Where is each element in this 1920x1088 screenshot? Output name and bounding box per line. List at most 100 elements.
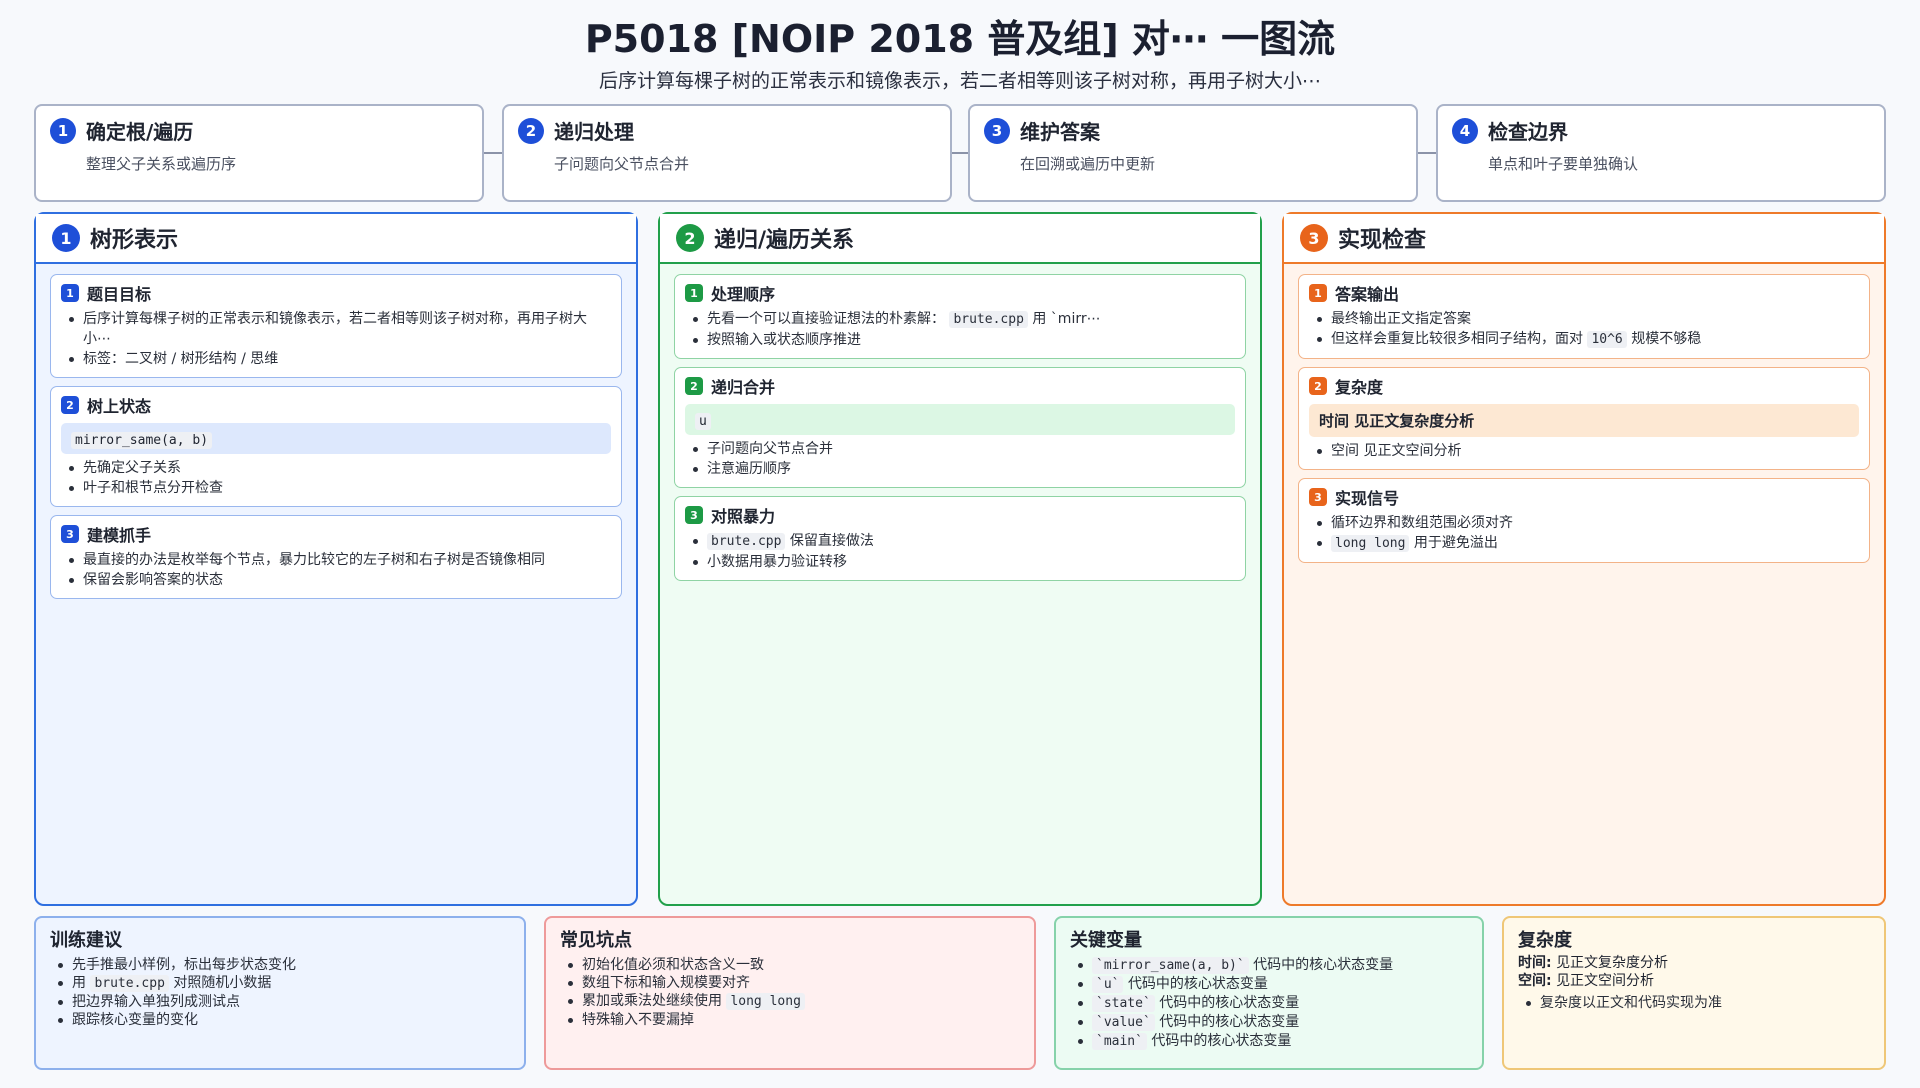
page-title: P5018 [NOIP 2018 普及组] 对⋯ 一图流 (584, 17, 1336, 61)
list-item: 按照输入或状态顺序推进 (685, 330, 1235, 350)
column-tree-representation: 1 树形表示 1 题目目标 后序计算每棵子树的正常表示和镜像表示，若二者相等则该子… (34, 212, 638, 906)
card-title: 题目目标 (87, 285, 152, 304)
text: 代码中的核心状态变量 (1159, 995, 1300, 1011)
text: 保留直接做法 (789, 533, 874, 549)
code-snippet: `state` (1092, 995, 1155, 1012)
card-title: 处理顺序 (711, 285, 776, 304)
text: 累加或乘法处继续使用 (582, 993, 722, 1009)
time-line: 时间: 见正文复杂度分析 (1518, 954, 1870, 972)
list-item: `state` 代码中的核心状态变量 (1070, 994, 1468, 1013)
process-steps: 1 确定根/遍历 整理父子关系或遍历序 2 递归处理 子问题向父节点合并 3 维护答案… (34, 104, 1886, 202)
list-item: 叶子和根节点分开检查 (61, 478, 611, 498)
list-item: 保留会影响答案的状态 (61, 570, 611, 590)
list-item: 累加或乘法处继续使用 long long (560, 992, 1020, 1011)
text: 代码中的核心状态变量 (1253, 957, 1394, 973)
panel-title: 常见坑点 (560, 930, 632, 951)
step-connector (952, 152, 968, 154)
step-card-1: 1 确定根/遍历 整理父子关系或遍历序 (34, 104, 484, 202)
step-card-3: 3 维护答案 在回溯或遍历中更新 (968, 104, 1418, 202)
step-desc: 子问题向父节点合并 (554, 155, 690, 173)
step-desc: 在回溯或遍历中更新 (1020, 155, 1156, 173)
list-item: `u` 代码中的核心状态变量 (1070, 975, 1468, 994)
step-number: 4 (1452, 117, 1478, 144)
list-item: 后序计算每棵子树的正常表示和镜像表示，若二者相等则该子树对称，再用子树大小⋯ (61, 309, 611, 349)
column-number: 3 (1300, 224, 1328, 252)
list-item: 数组下标和输入规模要对齐 (560, 974, 1020, 992)
card-brute-compare: 3 对照暴力 brute.cpp 保留直接做法 小数据用暴力验证转移 (674, 496, 1246, 581)
card-processing-order: 1 处理顺序 先看一个可以直接验证想法的朴素解： brute.cpp 用 `mir… (674, 274, 1246, 359)
column-title: 实现检查 (1338, 228, 1427, 253)
panel-key-variables: 关键变量 `mirror_same(a, b)` 代码中的核心状态变量 `u` … (1054, 916, 1484, 1070)
column-number: 2 (676, 224, 704, 252)
list-item: 循环边界和数组范围必须对齐 (1309, 513, 1859, 533)
card-title: 对照暴力 (711, 507, 776, 526)
time-label: 时间: (1518, 955, 1552, 971)
panel-title: 训练建议 (50, 930, 122, 951)
step-title: 检查边界 (1488, 120, 1568, 144)
text: 用于避免溢出 (1413, 535, 1498, 551)
card-number: 1 (61, 284, 79, 302)
panel-training-tips: 训练建议 先手推最小样例，标出每步状态变化 用 brute.cpp 对照随机小数… (34, 916, 526, 1070)
column-title: 递归/遍历关系 (714, 228, 855, 253)
list-item: 但这样会重复比较很多相同子结构，面对 10^6 规模不够稳 (1309, 329, 1859, 350)
card-recursive-merge: 2 递归合并 u 子问题向父节点合并 注意遍历顺序 (674, 367, 1246, 488)
code-snippet: u (695, 413, 711, 430)
list-item: 最终输出正文指定答案 (1309, 309, 1859, 329)
step-desc: 整理父子关系或遍历序 (86, 155, 237, 173)
step-title: 确定根/遍历 (86, 120, 194, 144)
text: 用 `mirr⋯ (1032, 311, 1101, 327)
card-title: 递归合并 (711, 378, 776, 397)
code-snippet: `value` (1092, 1014, 1155, 1031)
code-snippet: brute.cpp (707, 533, 786, 550)
text: 对照随机小数据 (173, 975, 272, 991)
text: 先看一个可以直接验证想法的朴素解： (707, 311, 945, 327)
code-snippet: long long (1331, 535, 1410, 552)
card-tree-state: 2 树上状态 mirror_same(a, b) 先确定父子关系 叶子和根节点分开… (50, 386, 622, 507)
list-item: 复杂度以正文和代码实现为准 (1518, 994, 1870, 1012)
card-title: 树上状态 (87, 397, 152, 416)
code-snippet: `u` (1092, 976, 1124, 993)
list-item: `mirror_same(a, b)` 代码中的核心状态变量 (1070, 956, 1468, 975)
text: 代码中的核心状态变量 (1159, 1014, 1300, 1030)
space-value: 见正文空间分析 (1556, 973, 1655, 989)
time-complexity-highlight: 时间 见正文复杂度分析 (1309, 404, 1859, 437)
space-line: 空间: 见正文空间分析 (1518, 972, 1870, 990)
card-number: 3 (61, 525, 79, 543)
card-number: 2 (1309, 377, 1327, 395)
step-connector (484, 152, 502, 154)
card-title: 答案输出 (1335, 285, 1400, 304)
list-item: 子问题向父节点合并 (685, 439, 1235, 459)
text: 用 (72, 975, 86, 991)
text: 规模不够稳 (1631, 331, 1702, 347)
list-item: 把边界输入单独列成测试点 (50, 993, 510, 1011)
code-snippet: `mirror_same(a, b)` (1092, 957, 1249, 974)
text: 代码中的核心状态变量 (1127, 976, 1268, 992)
card-number: 2 (61, 396, 79, 414)
panel-complexity: 复杂度 时间: 见正文复杂度分析 空间: 见正文空间分析 复杂度以正文和代码实现… (1502, 916, 1886, 1070)
step-number: 3 (984, 117, 1010, 144)
card-answer-output: 1 答案输出 最终输出正文指定答案 但这样会重复比较很多相同子结构，面对 10^6… (1298, 274, 1870, 359)
list-item: 标签：二叉树 / 树形结构 / 思维 (61, 349, 611, 369)
step-card-2: 2 递归处理 子问题向父节点合并 (502, 104, 952, 202)
card-implementation-signal: 3 实现信号 循环边界和数组范围必须对齐 long long 用于避免溢出 (1298, 478, 1870, 563)
step-number: 1 (50, 117, 76, 144)
column-recursion-relation: 2 递归/遍历关系 1 处理顺序 先看一个可以直接验证想法的朴素解： brute.… (658, 212, 1262, 906)
list-item: 注意遍历顺序 (685, 459, 1235, 479)
list-item: 小数据用暴力验证转移 (685, 552, 1235, 572)
card-modeling-hook: 3 建模抓手 最直接的办法是枚举每个节点，暴力比较它的左子树和右子树是否镜像相同 … (50, 515, 622, 599)
list-item: `main` 代码中的核心状态变量 (1070, 1032, 1468, 1051)
list-item: 先看一个可以直接验证想法的朴素解： brute.cpp 用 `mirr⋯ (685, 309, 1235, 330)
step-desc: 单点和叶子要单独确认 (1488, 155, 1639, 173)
list-item: 用 brute.cpp 对照随机小数据 (50, 974, 510, 993)
card-problem-goal: 1 题目目标 后序计算每棵子树的正常表示和镜像表示，若二者相等则该子树对称，再用子… (50, 274, 622, 378)
state-highlight: u (685, 404, 1235, 435)
column-implementation-check: 3 实现检查 1 答案输出 最终输出正文指定答案 但这样会重复比较很多相同子结构，… (1282, 212, 1886, 906)
code-snippet: mirror_same(a, b) (71, 432, 213, 449)
list-item: 最直接的办法是枚举每个节点，暴力比较它的左子树和右子树是否镜像相同 (61, 550, 611, 570)
list-item: brute.cpp 保留直接做法 (685, 531, 1235, 552)
space-label: 空间: (1518, 973, 1552, 989)
card-number: 1 (1309, 284, 1327, 302)
code-snippet: long long (726, 993, 805, 1010)
list-item: 空间 见正文空间分析 (1309, 441, 1859, 461)
column-title: 树形表示 (90, 228, 179, 253)
